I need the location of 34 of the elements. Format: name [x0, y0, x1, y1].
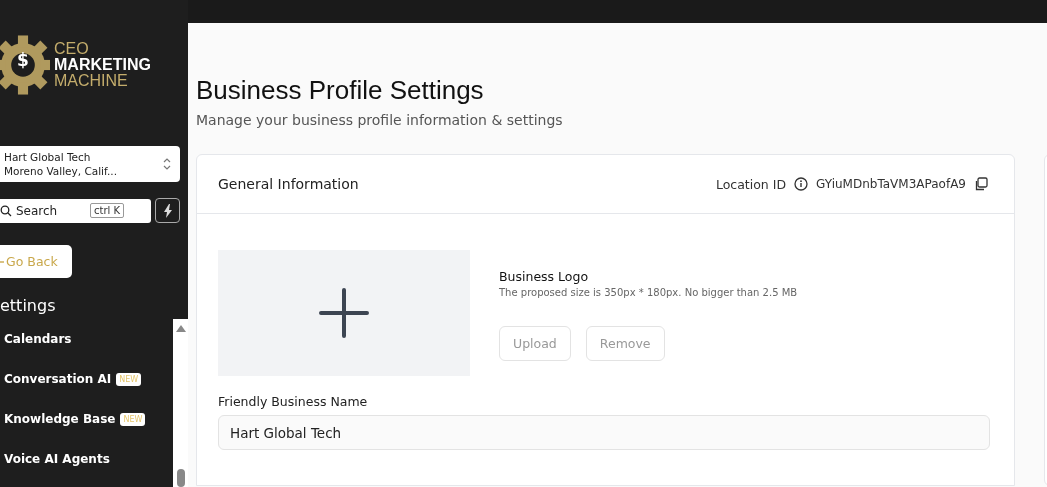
menu-item[interactable]: Conversation AI NEW	[4, 359, 173, 399]
business-name-field[interactable]: Hart Global Tech	[218, 415, 990, 450]
copy-icon[interactable]	[974, 177, 988, 191]
shortcut-hint: ctrl K	[90, 203, 125, 218]
plus-icon	[319, 288, 369, 338]
card-title: General Information	[218, 176, 359, 192]
new-badge: NEW	[120, 412, 146, 426]
field-label: Friendly Business Name	[218, 394, 369, 409]
quick-action-button[interactable]	[155, 198, 180, 223]
info-icon	[794, 177, 809, 191]
location-id-value: GYiuMDnbTaVM3APaofA9	[816, 177, 966, 191]
logo-symbol: $	[16, 50, 30, 70]
page-subtitle: Manage your business profile information & settings	[196, 112, 564, 128]
page-title: Business Profile Settings	[196, 75, 485, 106]
business-logo-label: Business Logo	[499, 269, 590, 284]
menu-item[interactable]: Calendars	[4, 319, 173, 359]
logo-text: CEO	[54, 41, 90, 57]
account-switcher[interactable]: Hart Global Tech Moreno Valley, Calif...	[0, 146, 180, 182]
logo-text: MARKETING	[54, 57, 151, 73]
logo-size-hint: The proposed size is 350px * 180px. No bigger than 2.5 MB	[499, 287, 798, 298]
scroll-up-icon	[175, 325, 186, 332]
menu-item[interactable]: Knowledge Base NEW	[4, 399, 173, 439]
section-title: ettings	[0, 296, 57, 315]
lightning-icon	[162, 203, 173, 218]
chevron-updown-icon	[162, 156, 172, 172]
logo-text: MACHINE	[54, 73, 129, 89]
scroll-thumb[interactable]	[176, 469, 185, 487]
search-icon	[0, 204, 12, 217]
location-id-label: Location ID	[715, 176, 787, 192]
menu-item[interactable]: Voice AI Agents	[4, 439, 173, 479]
search-bar[interactable]: Search ctrl K	[0, 198, 151, 223]
scrollbar[interactable]	[173, 319, 188, 487]
search-field[interactable]: Search	[16, 203, 86, 218]
new-badge: NEW	[116, 372, 142, 386]
